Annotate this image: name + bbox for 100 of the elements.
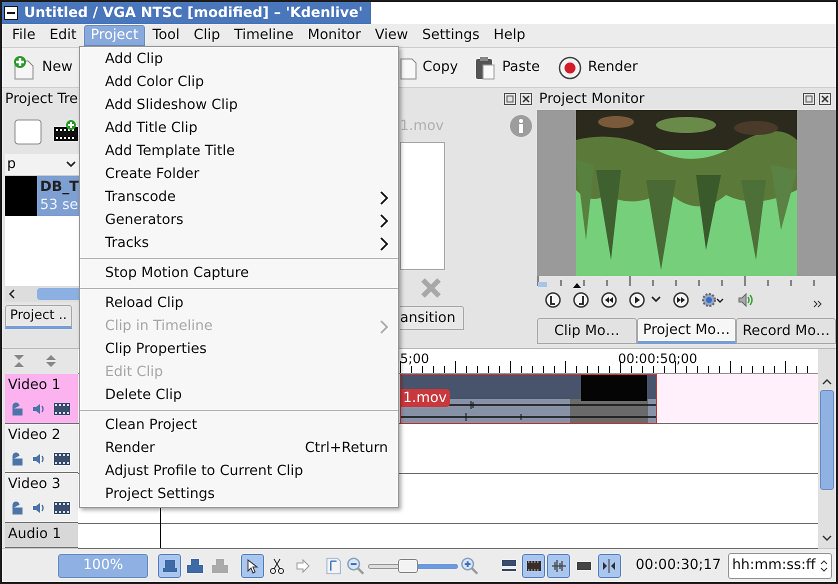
track-name: Audio 1: [8, 525, 62, 544]
track-name: Video 1: [8, 376, 61, 394]
speaker-icon[interactable]: [32, 402, 46, 416]
speaker-icon[interactable]: [32, 452, 46, 466]
menu-item[interactable]: Project Settings: [80, 483, 398, 506]
video-thumbnail: [581, 375, 647, 401]
waveform-button[interactable]: [547, 554, 570, 578]
ruler-label: 00:00:50;00: [618, 351, 698, 369]
spacer-tool-icon: [294, 558, 311, 574]
menu-item[interactable]: Generators: [80, 209, 398, 232]
film-add-icon[interactable]: [54, 120, 78, 144]
speaker-icon[interactable]: [32, 501, 46, 516]
lock-icon[interactable]: [10, 402, 24, 416]
toolbar-button[interactable]: Paste: [470, 52, 544, 84]
timecode-format-field[interactable]: hh:mm:ss:ff: [728, 552, 832, 578]
horizontal-scrollbar[interactable]: [5, 286, 81, 302]
menu-item[interactable]: Add Slideshow Clip: [80, 94, 398, 117]
rewind-icon[interactable]: [601, 292, 617, 308]
waveform-icon: [550, 558, 567, 574]
split-audio-icon: [601, 558, 618, 574]
monitor-tab[interactable]: Record Mo…: [736, 318, 836, 344]
track-header[interactable]: Audio 1: [5, 523, 78, 548]
vertical-scrollbar[interactable]: [818, 349, 836, 548]
track-name: Video 2: [8, 426, 61, 444]
menu-item[interactable]: Transcode: [80, 186, 398, 209]
track-header[interactable]: Video 2: [5, 424, 78, 474]
menu-item[interactable]: Clean Project: [80, 414, 398, 437]
spin-arrows-icon: [820, 560, 828, 572]
film-icon[interactable]: [54, 452, 70, 465]
blank-clip-icon[interactable]: [14, 119, 42, 145]
menu-item[interactable]: Settings: [415, 25, 487, 46]
record-icon: [558, 56, 582, 80]
float-icon[interactable]: [504, 93, 516, 105]
track-header[interactable]: Video 1: [5, 374, 78, 424]
set-in-icon[interactable]: [545, 292, 561, 308]
chevron-right-icon: [380, 320, 388, 334]
menu-item[interactable]: Tracks: [80, 232, 398, 255]
normal-mode-icon: [162, 558, 178, 574]
menu-item[interactable]: View: [368, 25, 416, 46]
insert-mode-icon: [212, 558, 228, 574]
menu-item[interactable]: Tool: [145, 25, 187, 46]
menu-item[interactable]: File: [5, 25, 42, 46]
set-out-icon[interactable]: [573, 292, 589, 308]
lock-icon[interactable]: [10, 452, 24, 466]
menu-item[interactable]: Render Ctrl+Return: [80, 437, 398, 460]
menu-item[interactable]: Edit: [42, 25, 84, 46]
menu-item[interactable]: Delete Clip: [80, 384, 398, 407]
thumbnails-icon: [500, 558, 517, 574]
gear-icon[interactable]: [701, 292, 725, 308]
window-menu-icon[interactable]: [4, 6, 18, 20]
zoom-in-icon[interactable]: [460, 556, 480, 576]
chevron-down-icon[interactable]: [651, 296, 661, 304]
zoom-out-icon[interactable]: [346, 556, 366, 576]
track-header[interactable]: Video 3: [5, 473, 78, 524]
menu-item[interactable]: Help: [486, 25, 532, 46]
chevron-down-icon: [66, 160, 76, 168]
panel-tab[interactable]: ansition: [400, 306, 464, 330]
zoom-slider[interactable]: [368, 558, 458, 574]
film-icon[interactable]: [54, 402, 70, 415]
toolbar-button[interactable]: New: [8, 52, 77, 84]
collapse-icon[interactable]: [13, 354, 25, 368]
menu-item[interactable]: Add Template Title: [80, 140, 398, 163]
fit-zoom-icon[interactable]: [325, 556, 342, 576]
info-icon[interactable]: [509, 114, 533, 138]
panel-tab[interactable]: Project ..: [5, 305, 72, 329]
clip-thumbnail: [5, 176, 37, 216]
menu-item[interactable]: Reload Clip: [80, 292, 398, 315]
menu-item[interactable]: Timeline: [227, 25, 301, 46]
chevron-right-icon: [380, 236, 388, 250]
lock-icon[interactable]: [10, 501, 24, 516]
menu-item[interactable]: Create Folder: [80, 163, 398, 186]
clip-label: 1.mov: [401, 389, 450, 407]
clip-row[interactable]: DB_T 53 se: [5, 176, 81, 216]
timeline-clip[interactable]: 1.mov: [400, 374, 657, 424]
menu-item[interactable]: Stop Motion Capture: [80, 262, 398, 285]
chevron-right-icon: [380, 190, 388, 204]
expand-icon[interactable]: [45, 354, 57, 368]
fast-forward-icon[interactable]: [673, 292, 689, 308]
float-icon[interactable]: [803, 93, 815, 105]
overwrite-mode-icon: [187, 558, 204, 574]
panel-title: Project Tre: [5, 90, 78, 108]
pointer-button[interactable]: [240, 554, 264, 578]
close-icon[interactable]: [520, 93, 532, 105]
menu-item[interactable]: Clip: [186, 25, 228, 46]
monitor-tab[interactable]: Clip Mo…: [537, 318, 637, 344]
menu-item[interactable]: Add Title Clip: [80, 117, 398, 140]
menu-item[interactable]: Monitor: [300, 25, 368, 46]
normal-mode-button[interactable]: [158, 554, 182, 578]
toolbar-button[interactable]: Render: [554, 52, 642, 84]
play-icon[interactable]: [629, 292, 645, 308]
monitor-tab[interactable]: Project Mo…: [636, 318, 736, 344]
film-icon[interactable]: [54, 502, 70, 514]
menu-item[interactable]: Adjust Profile to Current Clip: [80, 460, 398, 483]
split-audio-button[interactable]: [598, 554, 621, 578]
speaker-icon[interactable]: [737, 292, 753, 308]
scissors-icon: [269, 558, 286, 574]
video-thumbnails-button[interactable]: [522, 554, 546, 578]
close-icon[interactable]: [819, 93, 831, 105]
more-icon[interactable]: [813, 300, 823, 308]
filter-dropdown[interactable]: p: [5, 154, 79, 176]
